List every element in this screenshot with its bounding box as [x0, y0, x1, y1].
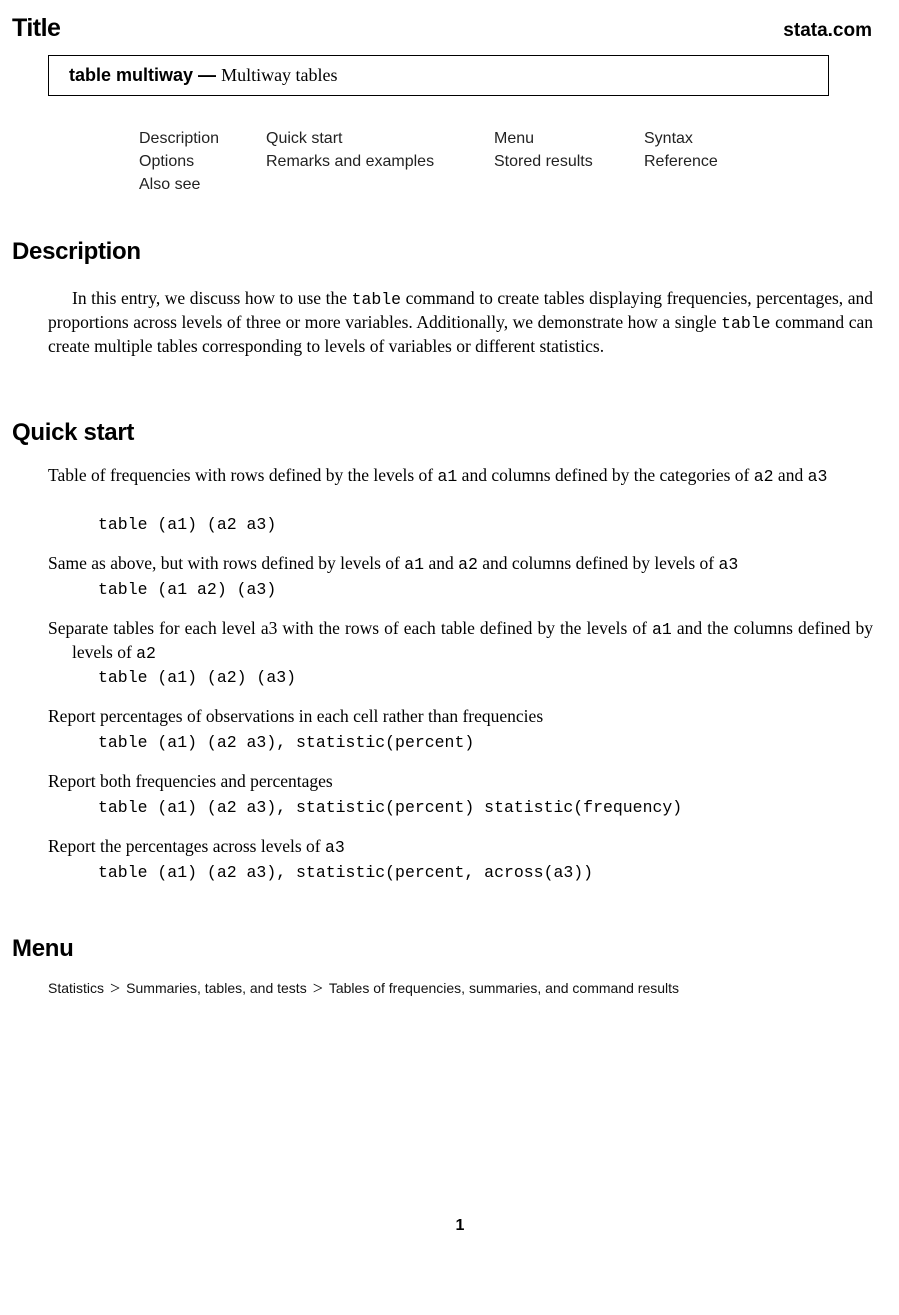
inline-code: table — [721, 314, 771, 333]
quick-start-command: table (a1 a2) (a3) — [98, 580, 277, 599]
variable-name: a2 — [753, 467, 774, 486]
menu-path-separator: > — [312, 978, 323, 998]
quick-start-item-description: Report the percentages across levels of … — [48, 835, 873, 859]
menu-path: Statistics > Summaries, tables, and tests >… — [48, 978, 679, 999]
title-box: table multiway — Multiway tables — [48, 55, 829, 96]
quick-start-command: table (a1) (a2 a3) — [98, 515, 277, 534]
toc-link-stored-results[interactable]: Stored results — [494, 153, 593, 171]
variable-name: a1 — [651, 620, 672, 639]
text: Same as above, but with rows defined by … — [48, 553, 405, 573]
entry-title: table multiway — Multiway tables — [69, 65, 338, 86]
menu-heading: Menu — [12, 935, 74, 962]
text: Separate tables for each level a3 with t… — [48, 618, 652, 638]
description-paragraph: In this entry, we discuss how to use the… — [48, 287, 873, 358]
quick-start-command: table (a1) (a2 a3), statistic(percent) — [98, 733, 475, 752]
text: Report percentages of observations in ea… — [48, 706, 544, 726]
description-heading: Description — [12, 238, 141, 265]
text: Report the percentages across levels of — [48, 836, 325, 856]
text: and — [773, 465, 808, 485]
quick-start-item-description: Table of frequencies with rows defined b… — [48, 464, 873, 488]
page-number: 1 — [455, 1217, 465, 1234]
toc-link-syntax[interactable]: Syntax — [644, 130, 693, 148]
quick-start-item-description: Report both frequencies and percentages — [48, 770, 873, 793]
entry-command: table multiway — [69, 65, 194, 85]
menu-path-item: Statistics — [48, 980, 105, 996]
inline-code: table — [351, 290, 402, 309]
menu-path-item: Tables of frequencies, summaries, and co… — [328, 980, 680, 996]
text: and — [424, 553, 459, 573]
variable-name: a1 — [404, 555, 425, 574]
text: Report both frequencies and percentages — [48, 771, 333, 791]
text: Table of frequencies with rows defined b… — [48, 465, 438, 485]
toc-link-description[interactable]: Description — [139, 130, 219, 148]
text: In this entry, we discuss how to use the — [72, 288, 352, 308]
variable-name: a2 — [136, 644, 156, 663]
toc-link-remarks-and-examples[interactable]: Remarks and examples — [266, 153, 434, 171]
entry-dash: — — [198, 65, 217, 85]
variable-name: a3 — [324, 838, 345, 857]
quick-start-heading: Quick start — [12, 419, 135, 446]
variable-name: a1 — [437, 467, 458, 486]
quick-start-item-description: Same as above, but with rows defined by … — [48, 552, 873, 576]
quick-start-item-description: Separate tables for each level a3 with t… — [48, 617, 873, 665]
site-name[interactable]: stata.com — [783, 20, 872, 42]
toc-link-reference[interactable]: Reference — [644, 153, 718, 171]
quick-start-command: table (a1) (a2) (a3) — [98, 668, 297, 687]
toc-link-quick-start[interactable]: Quick start — [266, 130, 342, 148]
entry-description: Multiway tables — [221, 65, 338, 85]
toc-link-options[interactable]: Options — [139, 153, 194, 171]
toc-link-menu[interactable]: Menu — [494, 130, 534, 148]
quick-start-item-description: Report percentages of observations in ea… — [48, 705, 873, 728]
quick-start-command: table (a1) (a2 a3), statistic(percent) s… — [98, 798, 683, 817]
page-title: Title — [12, 14, 61, 42]
menu-path-item: Summaries, tables, and tests — [126, 980, 307, 996]
quick-start-command: table (a1) (a2 a3), statistic(percent, a… — [98, 863, 594, 882]
variable-name: a3 — [718, 555, 739, 574]
variable-name: a2 — [458, 555, 478, 574]
variable-name: a3 — [807, 467, 828, 486]
text: and columns defined by levels of — [477, 553, 719, 573]
text: and columns defined by the categories of — [457, 465, 754, 485]
toc-link-also-see[interactable]: Also see — [139, 176, 200, 194]
menu-path-separator: > — [110, 978, 121, 998]
